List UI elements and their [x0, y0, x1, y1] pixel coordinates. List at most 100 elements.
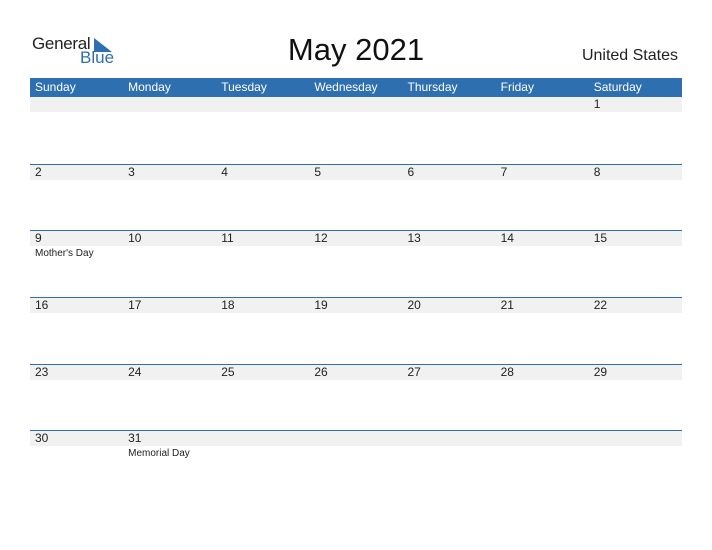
- day-number: 14: [500, 231, 514, 246]
- day-number: 8: [593, 164, 601, 179]
- weekday-sunday: Sunday: [35, 80, 76, 94]
- day-cell: 18: [216, 298, 309, 313]
- day-number: 9: [35, 231, 42, 246]
- day-number: 28: [500, 364, 514, 379]
- day-number: 17: [128, 298, 142, 313]
- day-cell: [403, 431, 496, 460]
- day-cell: 13: [403, 231, 496, 260]
- day-cell: 16: [30, 298, 123, 313]
- week-row: 16 17 18 19 20 21 22: [30, 297, 682, 364]
- weekday-monday: Monday: [128, 80, 171, 94]
- day-cell: [589, 431, 682, 460]
- week-row: 1: [30, 97, 682, 164]
- day-number: 1: [593, 97, 601, 111]
- day-number: 27: [407, 364, 421, 379]
- day-number: [408, 431, 496, 446]
- weekday-header: Sunday Monday Tuesday Wednesday Thursday…: [30, 78, 682, 97]
- weekday-friday: Friday: [500, 80, 534, 94]
- day-number: 6: [407, 164, 415, 179]
- day-number: 20: [407, 298, 421, 313]
- day-cell: 28: [496, 365, 589, 380]
- day-cell: 2: [30, 165, 123, 180]
- holiday-label: Mother's Day: [35, 248, 94, 260]
- day-cell: [216, 431, 309, 460]
- day-cell: 27: [403, 365, 496, 380]
- day-cell: 15: [589, 231, 682, 260]
- day-number: 4: [221, 164, 228, 179]
- day-number: 26: [314, 364, 328, 379]
- day-cell: [309, 431, 402, 460]
- day-number: [35, 97, 123, 112]
- day-number: 15: [593, 231, 608, 246]
- day-number: 25: [221, 364, 235, 379]
- weekday-tuesday: Tuesday: [221, 80, 267, 94]
- day-cell: 7: [496, 165, 589, 180]
- day-cell: [309, 97, 402, 112]
- day-cell: 5: [309, 165, 402, 180]
- day-number: 29: [593, 364, 608, 379]
- day-cell: [496, 431, 589, 460]
- day-number: [501, 431, 589, 446]
- day-number: [408, 97, 496, 112]
- day-cell: 24: [123, 365, 216, 380]
- day-number: [594, 431, 682, 446]
- day-number: [221, 431, 309, 446]
- day-cell: 31 Memorial Day: [123, 431, 216, 460]
- day-cell: 3: [123, 165, 216, 180]
- day-number: [501, 97, 589, 112]
- day-number: 3: [128, 164, 135, 179]
- day-number: 24: [128, 364, 142, 379]
- day-number: 5: [314, 164, 322, 179]
- day-cell: 25: [216, 365, 309, 380]
- day-number: 21: [500, 298, 514, 313]
- day-cell: 19: [309, 298, 402, 313]
- day-number: 11: [221, 231, 234, 246]
- day-cell: 30: [30, 431, 123, 460]
- day-number: 2: [35, 164, 42, 179]
- day-cell: 26: [309, 365, 402, 380]
- day-cell: 21: [496, 298, 589, 313]
- day-number: 31: [128, 431, 142, 446]
- day-number: 16: [35, 298, 49, 313]
- day-cell: 23: [30, 365, 123, 380]
- weekday-saturday: Saturday: [593, 80, 642, 94]
- day-number: [314, 431, 402, 446]
- holiday-label: Memorial Day: [128, 448, 190, 460]
- day-number: [314, 97, 402, 112]
- day-cell: [496, 97, 589, 112]
- country-label: United States: [581, 47, 678, 64]
- day-cell: 22: [589, 298, 682, 313]
- day-cell: [403, 97, 496, 112]
- day-cell: 17: [123, 298, 216, 313]
- day-number: 30: [35, 431, 49, 446]
- week-row: 2 3 4 5 6 7 8: [30, 163, 682, 231]
- calendar-grid: Sunday Monday Tuesday Wednesday Thursday…: [30, 78, 682, 497]
- day-cell: 4: [216, 165, 309, 180]
- day-number: 12: [314, 231, 328, 246]
- day-number: 19: [314, 298, 328, 313]
- day-cell: 6: [403, 165, 496, 180]
- day-cell: 29: [589, 365, 682, 380]
- day-cell: 9 Mother's Day: [30, 231, 123, 260]
- day-number: [221, 97, 309, 112]
- week-row: 30 31 Memorial Day: [30, 430, 682, 497]
- day-cell: [216, 97, 309, 112]
- weekday-wednesday: Wednesday: [314, 80, 378, 94]
- day-cell: 12: [309, 231, 402, 260]
- day-cell: 10: [123, 231, 216, 260]
- day-cell: 20: [403, 298, 496, 313]
- day-cell: 11: [216, 231, 309, 260]
- day-number: 22: [593, 298, 608, 313]
- day-cell: [123, 97, 216, 112]
- day-number: [128, 97, 216, 112]
- day-cell: [30, 97, 123, 112]
- day-number: 18: [221, 298, 235, 313]
- week-row: 9 Mother's Day 10 11 12 13 14 15: [30, 230, 682, 297]
- day-cell: 1: [589, 97, 682, 112]
- weekday-thursday: Thursday: [407, 80, 458, 94]
- day-number: 10: [128, 231, 142, 246]
- day-cell: 14: [496, 231, 589, 260]
- day-cell: 8: [589, 165, 682, 180]
- day-number: 23: [35, 364, 49, 379]
- day-number: 13: [407, 231, 421, 246]
